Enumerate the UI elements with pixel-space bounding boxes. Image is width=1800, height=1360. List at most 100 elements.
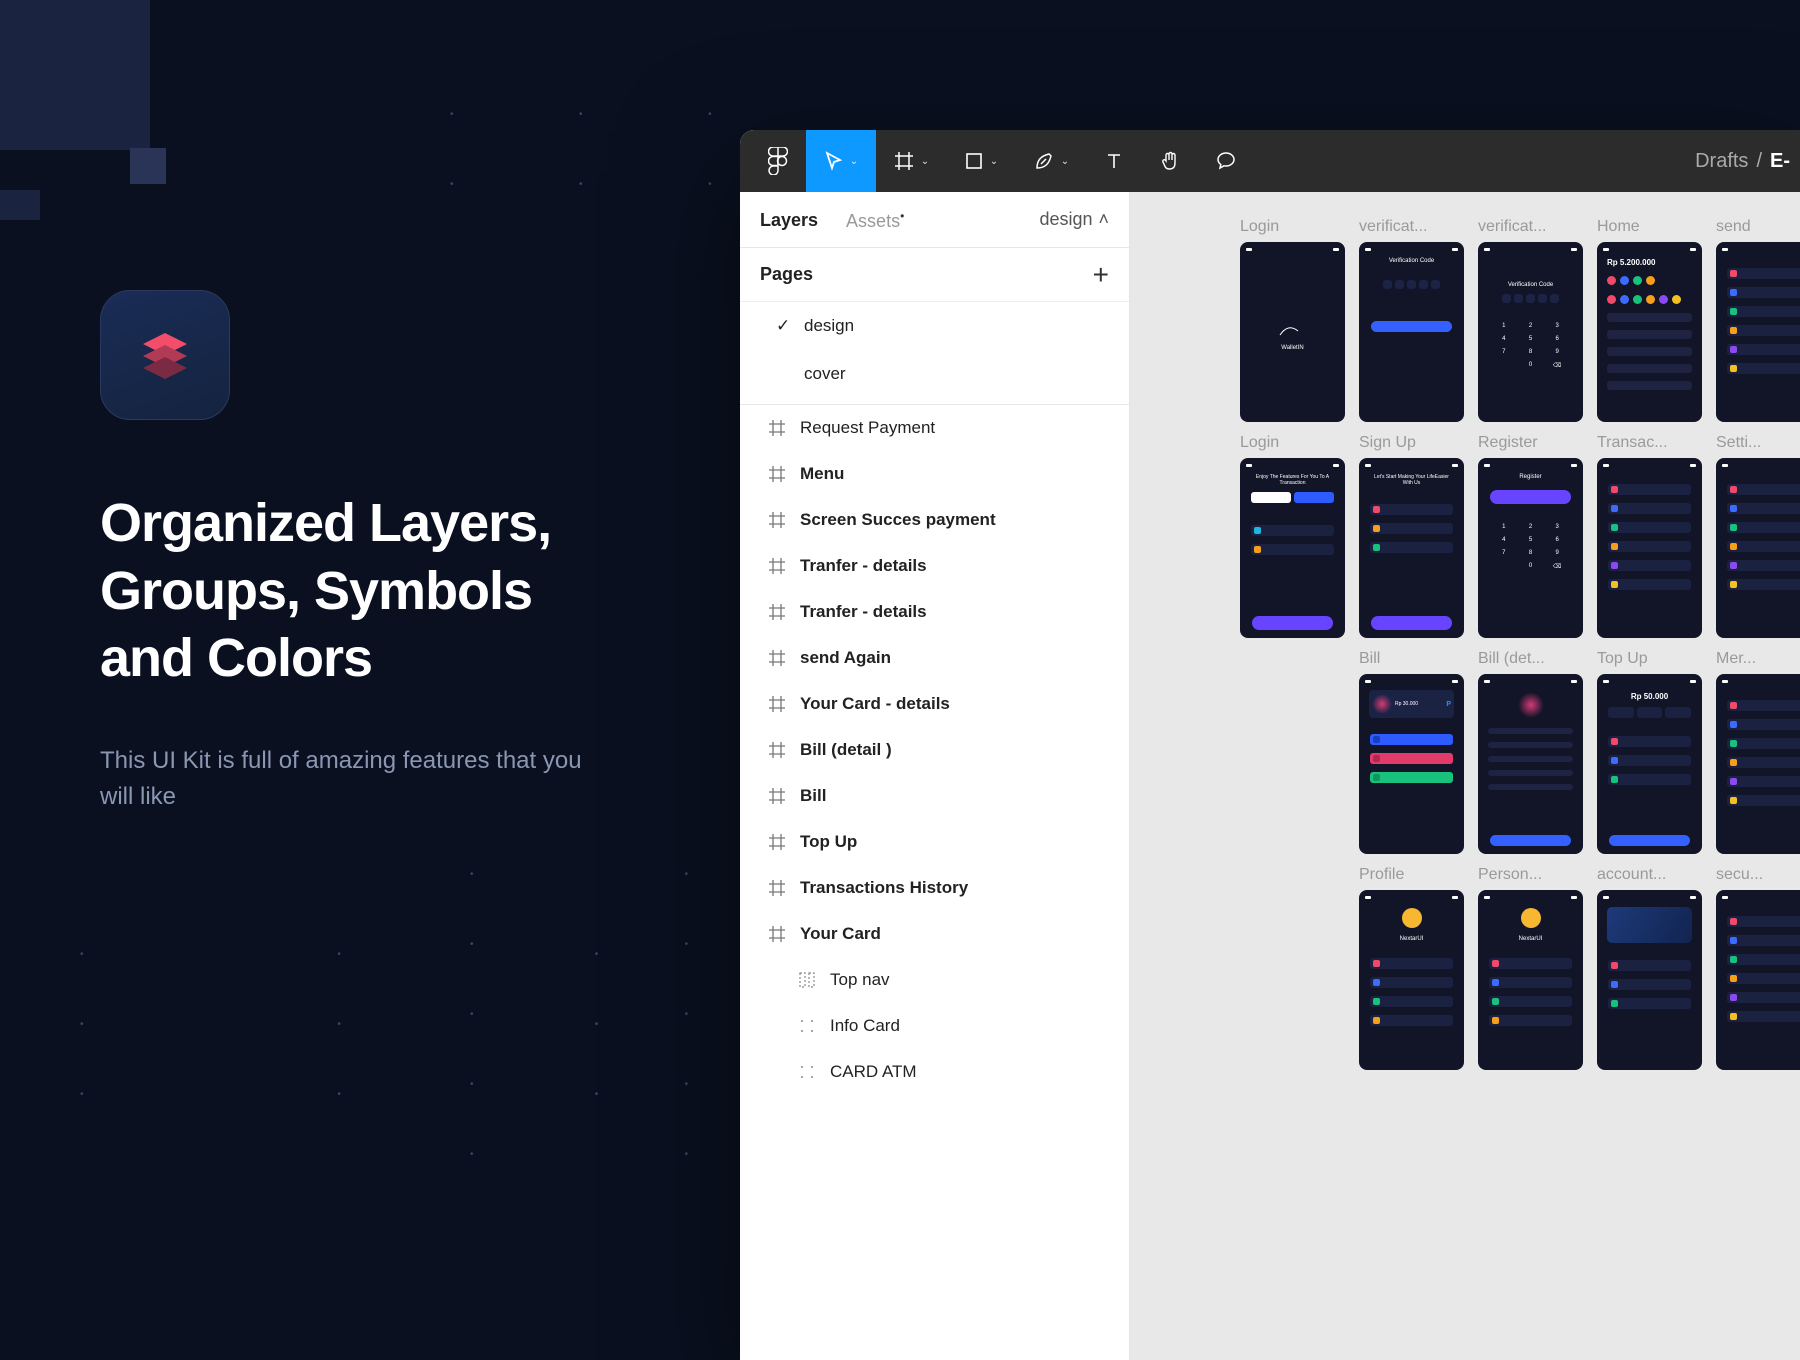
- phone-mockup[interactable]: NextarUI: [1359, 890, 1464, 1070]
- layer-item[interactable]: Menu: [740, 451, 1129, 497]
- frame-label: Home: [1597, 218, 1702, 236]
- canvas-frame[interactable]: Sign Up Let's Start Making Your LifeEasie…: [1359, 434, 1464, 638]
- chevron-up-icon: ˄: [1098, 209, 1109, 230]
- canvas-frame[interactable]: Home Rp 5.200.000: [1597, 218, 1702, 422]
- phone-mockup[interactable]: [1597, 458, 1702, 638]
- layer-item[interactable]: Tranfer - details: [740, 589, 1129, 635]
- layer-item-label: Top nav: [830, 970, 890, 990]
- promo-headline: Organized Layers, Groups, Symbols and Co…: [100, 490, 600, 693]
- layer-item-label: Bill: [800, 786, 826, 806]
- page-selector[interactable]: design ˄: [1039, 209, 1109, 230]
- canvas-frame[interactable]: verificat...Verification Code: [1359, 218, 1464, 422]
- frame-tool-button[interactable]: ⌄: [876, 130, 946, 192]
- tab-assets[interactable]: Assets•: [846, 207, 904, 232]
- promo-block: Organized Layers, Groups, Symbols and Co…: [100, 290, 600, 815]
- canvas-frame[interactable]: Profile NextarUI: [1359, 866, 1464, 1070]
- phone-mockup[interactable]: [1597, 890, 1702, 1070]
- move-tool-button[interactable]: ⌄: [806, 130, 876, 192]
- layer-item-label: Tranfer - details: [800, 556, 927, 576]
- layer-item[interactable]: Bill (detail ): [740, 727, 1129, 773]
- frame-label: Person...: [1478, 866, 1583, 884]
- phone-mockup[interactable]: Verification Code1234567890⌫: [1478, 242, 1583, 422]
- phone-mockup[interactable]: [1716, 242, 1800, 422]
- deco-square: [130, 148, 166, 184]
- breadcrumb[interactable]: Drafts / E-: [1695, 150, 1790, 173]
- phone-mockup[interactable]: Verification Code: [1359, 242, 1464, 422]
- canvas-frame[interactable]: Person... NextarUI: [1478, 866, 1583, 1070]
- layer-item[interactable]: Bill: [740, 773, 1129, 819]
- layer-item-label: Screen Succes payment: [800, 510, 996, 530]
- canvas-frame[interactable]: RegisterRegister1234567890⌫: [1478, 434, 1583, 638]
- shape-tool-button[interactable]: ⌄: [946, 130, 1016, 192]
- breadcrumb-parent[interactable]: Drafts: [1695, 150, 1748, 173]
- layer-item[interactable]: Tranfer - details: [740, 543, 1129, 589]
- phone-mockup[interactable]: Rp 5.200.000: [1597, 242, 1702, 422]
- deco-dots: • • • • • • • • •: [80, 920, 638, 1130]
- toolbar: ⌄ ⌄ ⌄ ⌄ Drafts / E-: [740, 130, 1800, 192]
- layer-item-label: Transactions History: [800, 878, 968, 898]
- layer-item-label: CARD ATM: [830, 1062, 917, 1082]
- layer-item[interactable]: Your Card: [740, 911, 1129, 957]
- hand-tool-button[interactable]: [1142, 130, 1198, 192]
- text-tool-button[interactable]: [1086, 130, 1142, 192]
- layer-item-label: Menu: [800, 464, 844, 484]
- canvas-frame[interactable]: Setti...: [1716, 434, 1800, 638]
- chevron-down-icon: ⌄: [850, 156, 858, 167]
- frame-label: Login: [1240, 434, 1345, 452]
- frame-label: Sign Up: [1359, 434, 1464, 452]
- chevron-down-icon: ⌄: [921, 156, 929, 167]
- check-icon: ✓: [776, 316, 792, 336]
- comment-tool-button[interactable]: [1198, 130, 1254, 192]
- figma-menu-button[interactable]: [750, 130, 806, 192]
- layer-item-label: Bill (detail ): [800, 740, 892, 760]
- pen-tool-button[interactable]: ⌄: [1016, 130, 1086, 192]
- layer-item[interactable]: Request Payment: [740, 405, 1129, 451]
- comment-icon: [1215, 150, 1237, 172]
- phone-mockup[interactable]: Register1234567890⌫: [1478, 458, 1583, 638]
- phone-mockup[interactable]: Rp 30.000P: [1359, 674, 1464, 854]
- layer-item[interactable]: Transactions History: [740, 865, 1129, 911]
- breadcrumb-current[interactable]: E-: [1770, 150, 1790, 173]
- frame-label: Login: [1240, 218, 1345, 236]
- layer-item[interactable]: Top nav: [740, 957, 1129, 1003]
- frame-label: send: [1716, 218, 1800, 236]
- canvas-frame[interactable]: account...: [1597, 866, 1702, 1070]
- page-item-cover[interactable]: cover: [740, 350, 1129, 398]
- layer-item[interactable]: Your Card - details: [740, 681, 1129, 727]
- canvas-frame[interactable]: Login Enjoy The Features For You To A Tra…: [1240, 434, 1345, 638]
- layer-item-label: Tranfer - details: [800, 602, 927, 622]
- phone-mockup[interactable]: Rp 50.000: [1597, 674, 1702, 854]
- phone-mockup[interactable]: [1716, 458, 1800, 638]
- canvas-frame[interactable]: Bill (det...: [1478, 650, 1583, 854]
- frame-label: Top Up: [1597, 650, 1702, 668]
- add-page-button[interactable]: +: [1093, 259, 1109, 291]
- canvas-frame[interactable]: verificat...Verification Code1234567890⌫: [1478, 218, 1583, 422]
- canvas-frame[interactable]: send: [1716, 218, 1800, 422]
- canvas-frame[interactable]: Top Up Rp 50.000: [1597, 650, 1702, 854]
- layer-item[interactable]: Screen Succes payment: [740, 497, 1129, 543]
- canvas-frame[interactable]: BillRp 30.000P: [1359, 650, 1464, 854]
- phone-mockup[interactable]: [1478, 674, 1583, 854]
- app-icon: [100, 290, 230, 420]
- phone-mockup[interactable]: [1716, 674, 1800, 854]
- deco-dots: • • • • • •: [450, 80, 752, 220]
- canvas-frame[interactable]: Login WalletIN: [1240, 218, 1345, 422]
- page-item-design[interactable]: ✓ design: [740, 302, 1129, 350]
- phone-mockup[interactable]: Enjoy The Features For You To A Transact…: [1240, 458, 1345, 638]
- canvas[interactable]: LoginWalletINverificat...Verification Co…: [1130, 192, 1800, 1360]
- page-item-label: design: [804, 316, 854, 336]
- frame-label: Transac...: [1597, 434, 1702, 452]
- phone-mockup[interactable]: Let's Start Making Your LifeEasier With …: [1359, 458, 1464, 638]
- canvas-frame[interactable]: Mer...: [1716, 650, 1800, 854]
- layer-item[interactable]: send Again: [740, 635, 1129, 681]
- phone-mockup[interactable]: NextarUI: [1478, 890, 1583, 1070]
- canvas-frame[interactable]: secu...: [1716, 866, 1800, 1070]
- frame-label: Profile: [1359, 866, 1464, 884]
- layer-item[interactable]: Top Up: [740, 819, 1129, 865]
- phone-mockup[interactable]: [1716, 890, 1800, 1070]
- canvas-frame[interactable]: Transac...: [1597, 434, 1702, 638]
- layer-item[interactable]: CARD ATM: [740, 1049, 1129, 1095]
- layer-item[interactable]: Info Card: [740, 1003, 1129, 1049]
- phone-mockup[interactable]: WalletIN: [1240, 242, 1345, 422]
- tab-layers[interactable]: Layers: [760, 208, 818, 231]
